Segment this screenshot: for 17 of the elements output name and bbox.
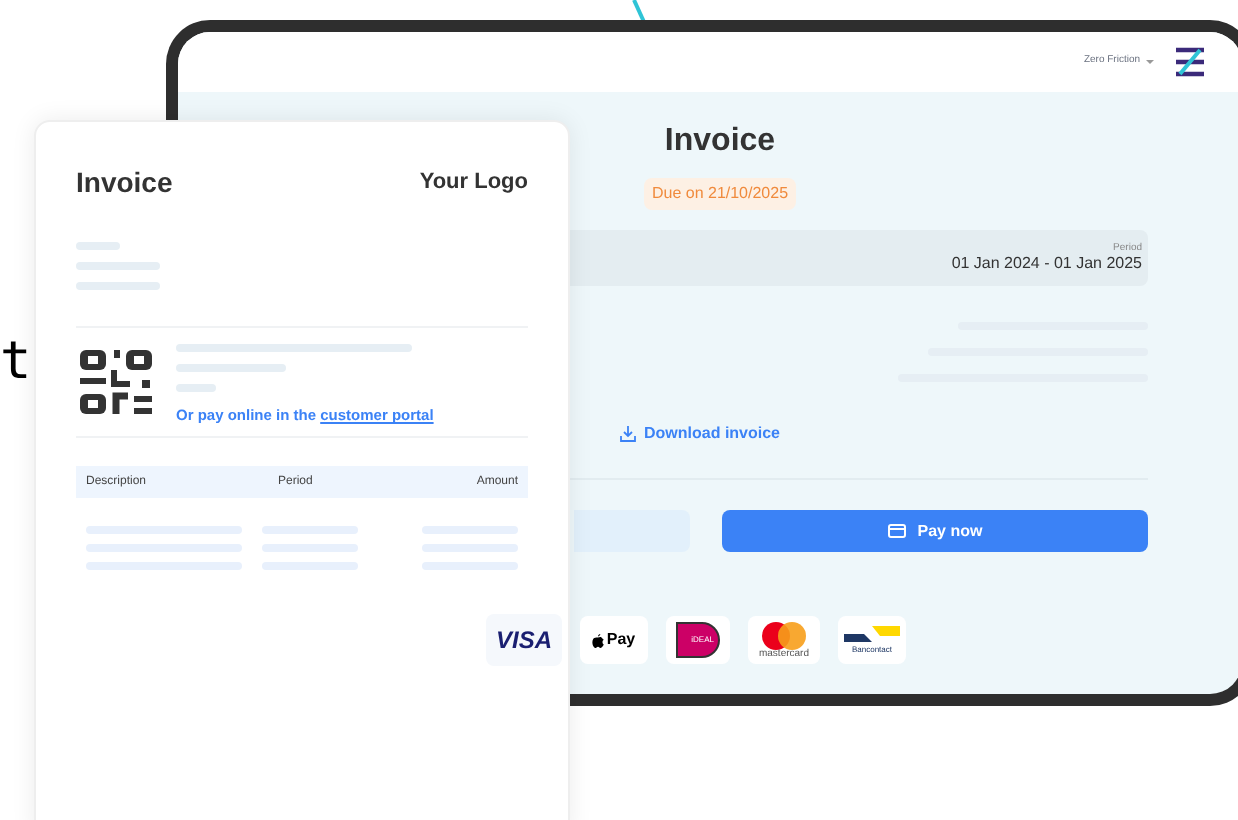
visa-logo: VISA bbox=[486, 614, 562, 666]
pay-now-button[interactable]: Pay now bbox=[722, 510, 1148, 552]
download-icon bbox=[620, 426, 636, 442]
logo-text: Your Logo bbox=[419, 168, 528, 199]
circles-icon bbox=[760, 621, 808, 649]
paper-title: Invoice bbox=[76, 164, 173, 202]
apple-icon bbox=[592, 633, 605, 647]
logo-icon bbox=[1174, 46, 1206, 78]
download-invoice-link[interactable]: Download invoice bbox=[620, 422, 781, 446]
wave-icon bbox=[844, 626, 900, 646]
card-icon bbox=[887, 524, 906, 538]
caret-icon bbox=[1146, 60, 1154, 64]
due-date-badge: Due on 21/10/2025 bbox=[643, 178, 797, 210]
cut-text: t bbox=[0, 336, 32, 388]
invoice-title: Invoice bbox=[664, 126, 776, 158]
period-value: 01 Jan 2024 - 01 Jan 2025 bbox=[951, 254, 1142, 275]
apple-pay-logo: Pay bbox=[580, 616, 648, 664]
